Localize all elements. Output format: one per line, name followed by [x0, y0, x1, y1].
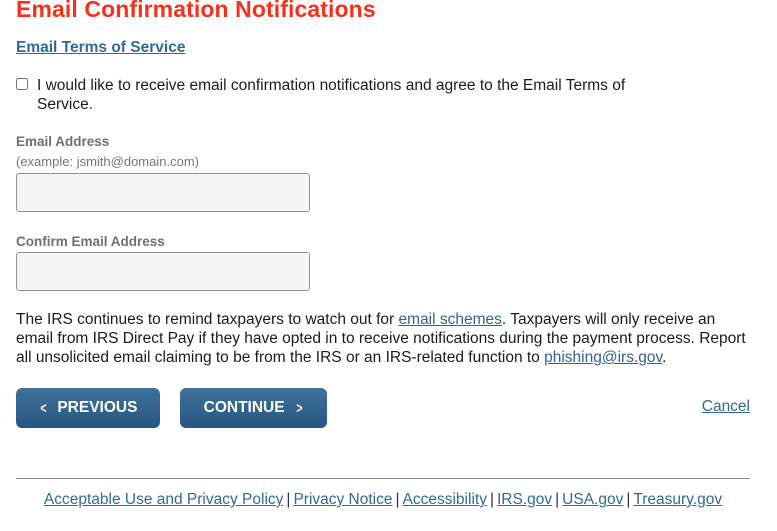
previous-label: PREVIOUS [57, 399, 138, 416]
confirm-email-label: Confirm Email Address [16, 234, 165, 249]
email-address-input[interactable] [16, 173, 310, 212]
phishing-email-link[interactable]: phishing@irs.gov [544, 349, 662, 366]
footer-separator: | [286, 491, 291, 508]
footer-separator: | [395, 491, 400, 508]
email-terms-of-service-link[interactable]: Email Terms of Service [16, 39, 185, 57]
footer-link-acceptable-use[interactable]: Acceptable Use and Privacy Policy [44, 491, 284, 508]
footer-link-privacy-notice[interactable]: Privacy Notice [293, 491, 392, 508]
chevron-left-icon: < [39, 399, 47, 417]
footer-separator: | [626, 491, 631, 508]
footer-divider [16, 478, 750, 479]
email-schemes-link[interactable]: email schemes [399, 311, 502, 328]
footer-separator: | [555, 491, 560, 508]
phishing-notice: The IRS continues to remind taxpayers to… [16, 310, 756, 367]
footer-separator: | [489, 491, 494, 508]
footer-link-usa-gov[interactable]: USA.gov [562, 491, 623, 508]
chevron-right-icon: > [295, 399, 303, 417]
footer-link-treasury-gov[interactable]: Treasury.gov [633, 491, 722, 508]
page-title: Email Confirmation Notifications [16, 0, 376, 22]
continue-button[interactable]: CONTINUE > [180, 388, 327, 428]
footer-link-accessibility[interactable]: Accessibility [403, 491, 487, 508]
email-address-label: Email Address [16, 134, 110, 149]
notice-text-1: The IRS continues to remind taxpayers to… [16, 311, 399, 328]
notice-text-3: . [662, 349, 667, 366]
continue-label: CONTINUE [203, 399, 285, 416]
email-address-hint: (example: jsmith@domain.com) [16, 154, 199, 169]
confirm-email-input[interactable] [16, 252, 310, 291]
consent-label[interactable]: I would like to receive email confirmati… [37, 76, 667, 114]
previous-button[interactable]: < PREVIOUS [16, 388, 160, 428]
footer-link-irs-gov[interactable]: IRS.gov [497, 491, 552, 508]
cancel-link[interactable]: Cancel [702, 398, 750, 416]
consent-checkbox[interactable] [16, 78, 28, 90]
footer-links: Acceptable Use and Privacy Policy | Privac… [16, 491, 750, 509]
